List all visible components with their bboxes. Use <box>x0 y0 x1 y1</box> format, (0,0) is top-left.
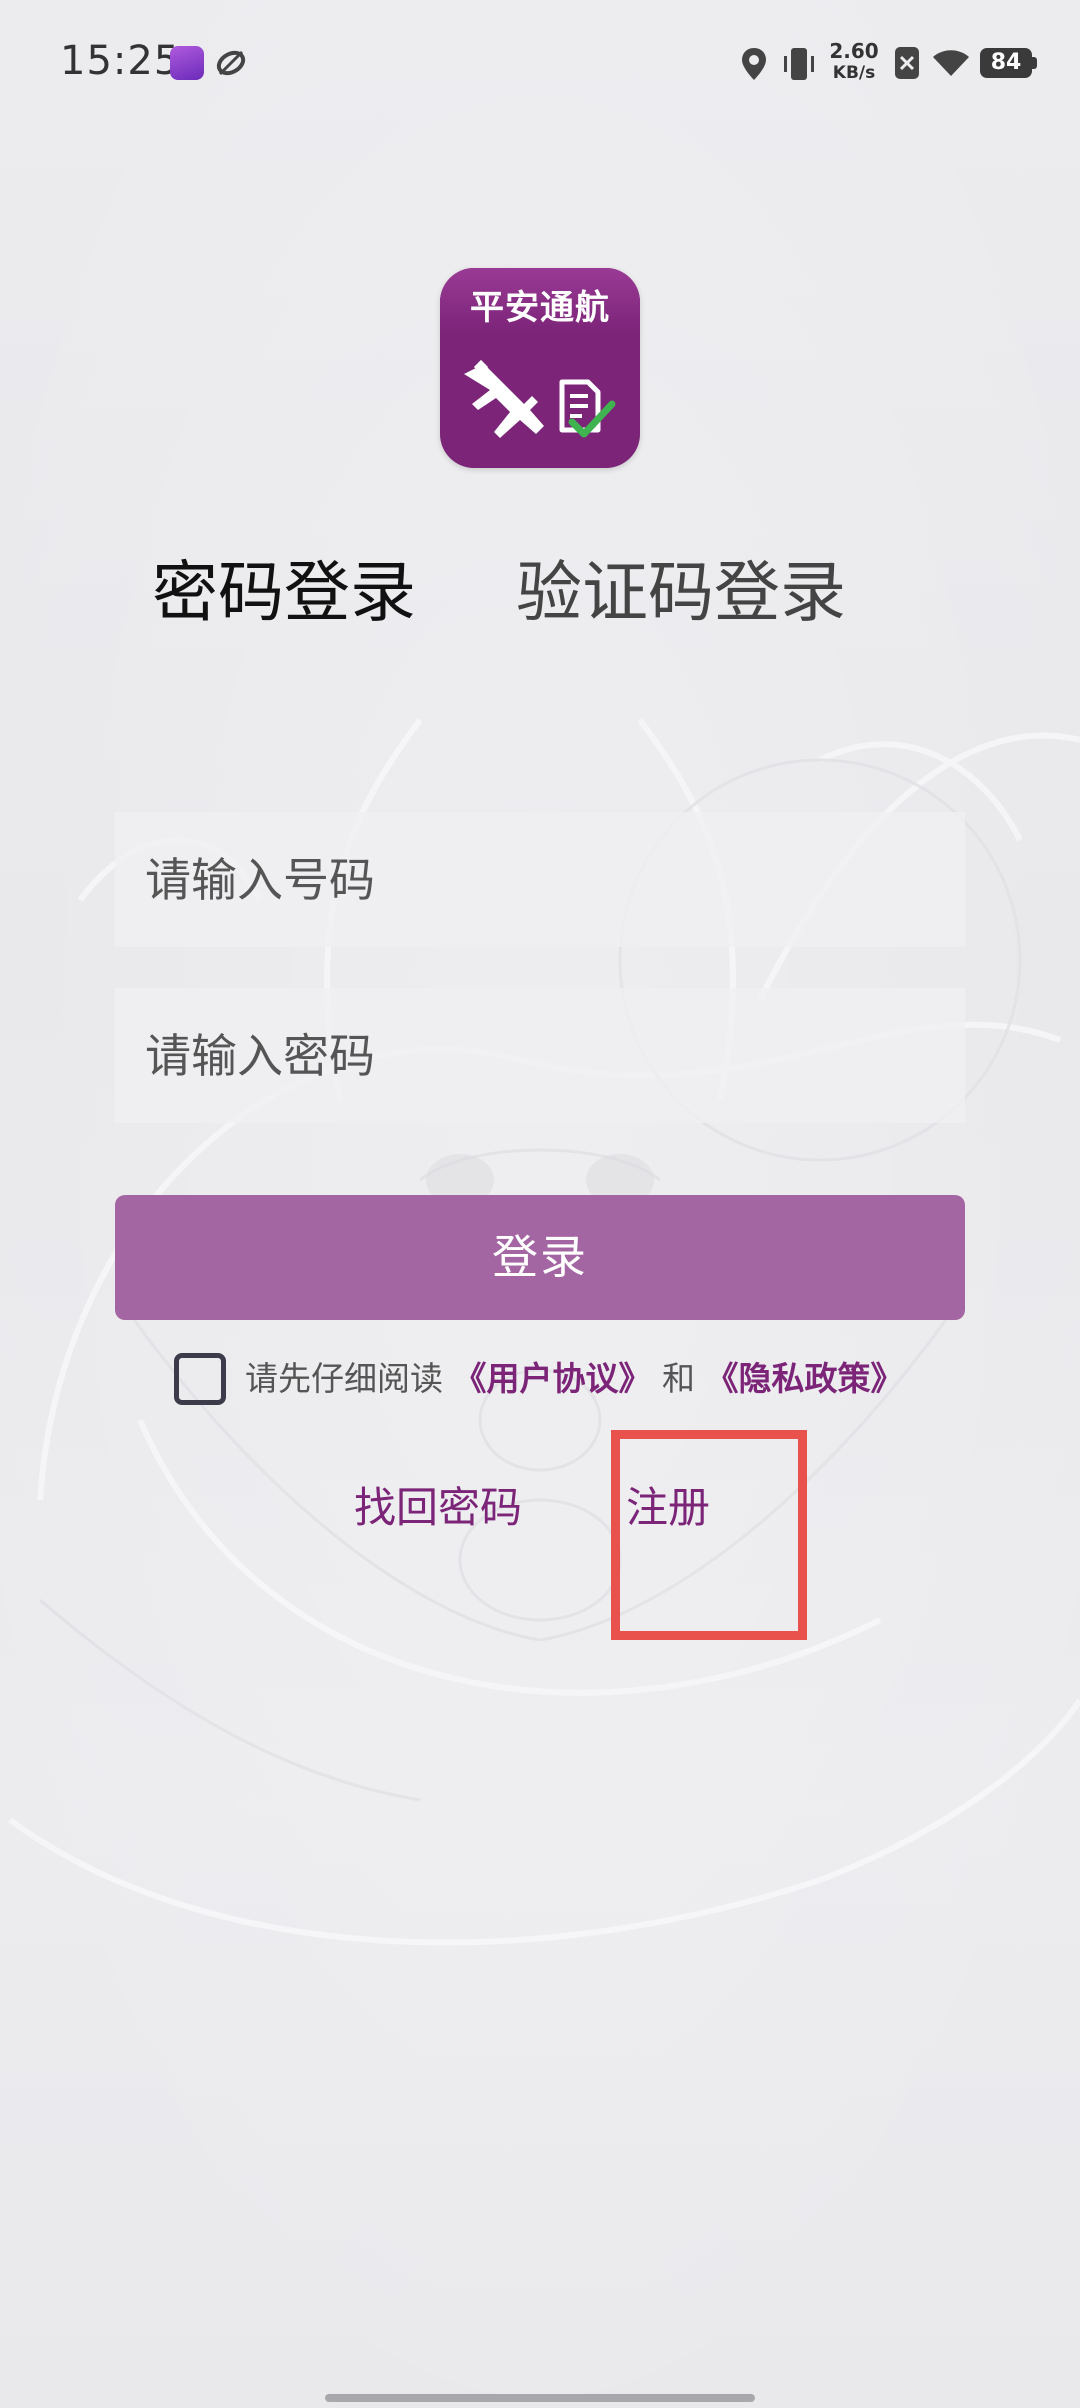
tab-password-login[interactable]: 密码登录 <box>152 548 416 638</box>
agreement-checkbox[interactable] <box>174 1353 226 1405</box>
net-speed-unit: KB/s <box>832 63 876 83</box>
wifi-icon <box>933 50 969 76</box>
net-speed-value: 2.60 <box>829 39 879 63</box>
login-button[interactable]: 登录 <box>115 1195 965 1320</box>
home-indicator <box>325 2394 755 2402</box>
document-check-icon <box>559 379 616 438</box>
agreement-prefix: 请先仔细阅读 <box>245 1359 443 1398</box>
phone-field-container <box>115 812 965 947</box>
password-input[interactable] <box>115 988 965 1123</box>
agreement-text: 请先仔细阅读 《用户协议》 和 《隐私政策》 <box>245 1354 904 1404</box>
airplane-icon <box>464 359 544 438</box>
agreement-connector: 和 <box>662 1359 695 1398</box>
user-agreement-link[interactable]: 《用户协议》 <box>454 1359 652 1398</box>
battery-tip <box>1032 57 1037 69</box>
app-logo: 平安通航 <box>440 268 640 468</box>
net-speed: 2.60 KB/s <box>824 40 884 84</box>
app-notification-icon <box>170 46 204 80</box>
sim-off-icon <box>895 47 919 79</box>
app-logo-art <box>464 359 616 438</box>
highlight-box <box>611 1430 807 1640</box>
status-right-group: 2.60 KB/s 84 <box>740 40 1040 90</box>
loop-icon <box>216 50 246 76</box>
tab-code-login[interactable]: 验证码登录 <box>516 548 846 638</box>
battery-icon: 84 <box>980 48 1032 78</box>
vibrate-icon <box>784 48 814 80</box>
privacy-policy-link[interactable]: 《隐私政策》 <box>706 1359 904 1398</box>
phone-input[interactable] <box>115 812 965 947</box>
status-time: 15:25 <box>60 38 181 84</box>
password-field-container <box>115 988 965 1123</box>
status-bar: 15:25 2.60 KB/s 84 <box>0 0 1080 128</box>
location-icon <box>742 48 766 80</box>
forgot-password-link[interactable]: 找回密码 <box>354 1478 522 1538</box>
app-logo-text: 平安通航 <box>470 288 610 328</box>
